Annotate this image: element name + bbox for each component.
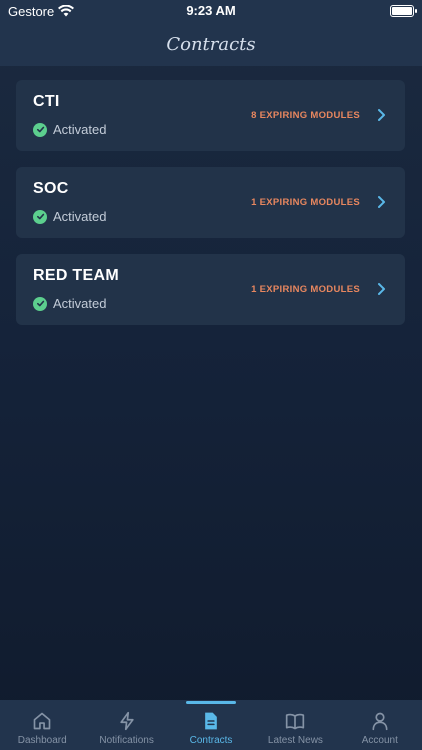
contract-card-cti[interactable]: CTI Activated 8 EXPIRING MODULES [16,80,405,151]
expiring-modules-label: 1 EXPIRING MODULES [251,197,360,208]
contract-name: CTI [33,93,60,110]
page-title: Contracts [166,33,256,55]
battery-icon [390,5,417,17]
check-circle-icon [33,122,47,137]
expiring-modules-label: 1 EXPIRING MODULES [251,284,360,295]
contract-status: Activated [33,209,106,224]
check-circle-icon [33,209,47,224]
status-left: Gestore [8,3,75,19]
document-icon [205,712,217,730]
chevron-right-icon [378,196,385,208]
tab-bar: Dashboard Notifications Contracts Latest… [0,700,422,750]
expiring-modules-label: 8 EXPIRING MODULES [251,110,360,121]
tab-notifications[interactable]: Notifications [84,700,168,750]
tab-label: Contracts [189,735,233,746]
contract-status-label: Activated [53,209,107,224]
wifi-icon [58,5,75,17]
active-tab-indicator [186,701,237,704]
status-time: 9:23 AM [186,3,236,18]
contracts-list: CTI Activated 8 EXPIRING MODULES SOC Act… [16,80,405,341]
check-circle-icon [33,296,47,311]
contract-status: Activated [33,296,106,311]
status-bar: Gestore 9:23 AM [0,0,422,22]
lightning-icon [119,711,134,731]
contract-status: Activated [33,122,106,137]
battery-level [392,7,412,15]
contract-card-soc[interactable]: SOC Activated 1 EXPIRING MODULES [16,167,405,238]
navigation-bar: Contracts [0,22,422,66]
tab-latest-news[interactable]: Latest News [253,700,337,750]
chevron-right-icon [378,109,385,121]
home-icon [33,712,51,730]
book-icon [286,713,305,730]
contract-status-label: Activated [53,122,107,137]
tab-contracts[interactable]: Contracts [169,700,253,750]
contract-name: RED TEAM [33,267,119,284]
tab-dashboard[interactable]: Dashboard [0,700,84,750]
contract-card-red-team[interactable]: RED TEAM Activated 1 EXPIRING MODULES [16,254,405,325]
contract-status-label: Activated [53,296,107,311]
contract-name: SOC [33,180,69,197]
tab-label: Latest News [267,735,323,746]
user-icon [372,712,388,731]
chevron-right-icon [378,283,385,295]
tab-label: Account [361,735,398,746]
tab-account[interactable]: Account [338,700,422,750]
tab-label: Dashboard [17,735,67,746]
tab-label: Notifications [99,735,154,746]
carrier-name: Gestore [8,3,55,19]
